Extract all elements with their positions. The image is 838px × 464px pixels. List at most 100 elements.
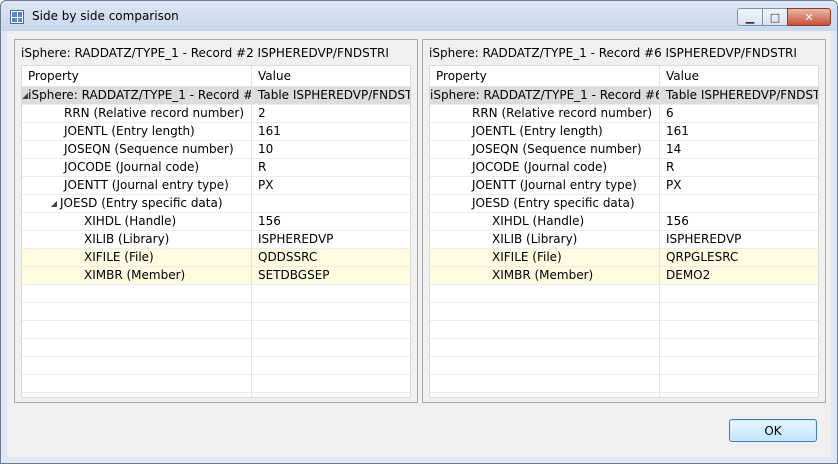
table-row[interactable]: JOCODE (Journal code) R [22, 159, 410, 177]
table-row[interactable]: JOESD (Entry specific data) [430, 195, 818, 213]
empty-cell [22, 357, 252, 374]
row-value: R [666, 160, 675, 174]
table-row[interactable]: RRN (Relative record number) 2 [22, 105, 410, 123]
empty-cell [660, 285, 818, 302]
row-value: ISPHEREDVP [666, 232, 742, 246]
empty-row [430, 393, 818, 397]
empty-cell [430, 393, 660, 397]
right-property-table[interactable]: Property Value iSphere: RADDATZ/TYPE_1 -… [429, 65, 819, 398]
empty-cell [252, 285, 410, 302]
collapse-arrow-icon[interactable]: ◢ [48, 195, 60, 212]
value-column-header[interactable]: Value [252, 66, 410, 87]
table-row[interactable]: JOENTT (Journal entry type) PX [430, 177, 818, 195]
left-property-table[interactable]: Property Value ◢ iSphere: RADDATZ/TYPE_1 … [21, 65, 411, 398]
table-row-difference[interactable]: XIFILE (File) QRPGLESRC [430, 249, 818, 267]
row-property: JOESD (Entry specific data) [60, 196, 223, 210]
row-value: PX [666, 178, 682, 192]
row-property-cell: JOENTL (Entry length) [430, 123, 660, 140]
row-value: 6 [666, 106, 674, 120]
empty-cell [430, 357, 660, 374]
empty-cell [22, 375, 252, 392]
empty-cell [252, 303, 410, 320]
table-header: Property Value [22, 66, 410, 87]
empty-cell [660, 375, 818, 392]
empty-row [22, 393, 410, 397]
table-row[interactable]: XIHDL (Handle) 156 [430, 213, 818, 231]
row-value: 156 [258, 214, 281, 228]
row-value: R [258, 160, 267, 174]
empty-row [22, 339, 410, 357]
row-property-cell: ◢ iSphere: RADDATZ/TYPE_1 - Record #2 [22, 87, 252, 104]
row-property: JOENTL (Entry length) [64, 124, 195, 138]
table-row[interactable]: JOCODE (Journal code) R [430, 159, 818, 177]
row-property-cell: JOSEQN (Sequence number) [22, 141, 252, 158]
row-property: JOESD (Entry specific data) [472, 196, 635, 210]
table-row[interactable]: XILIB (Library) ISPHEREDVP [430, 231, 818, 249]
empty-cell [252, 375, 410, 392]
empty-cell [252, 339, 410, 356]
row-property: XIHDL (Handle) [492, 214, 585, 228]
row-value: ISPHEREDVP [258, 232, 334, 246]
row-property: XIFILE (File) [492, 250, 562, 264]
row-value: Table ISPHEREDVP/FNDSTRI [666, 88, 818, 102]
row-value: 161 [258, 124, 281, 138]
minimize-button[interactable]: ▁ [737, 8, 763, 26]
right-panel-title: iSphere: RADDATZ/TYPE_1 - Record #6 ISPH… [429, 46, 797, 60]
row-property: XILIB (Library) [492, 232, 578, 246]
row-property-cell: JOENTT (Journal entry type) [430, 177, 660, 194]
table-row[interactable]: JOENTL (Entry length) 161 [430, 123, 818, 141]
empty-cell [430, 339, 660, 356]
row-property: XILIB (Library) [84, 232, 170, 246]
close-button[interactable]: ✕ [787, 8, 831, 26]
table-row[interactable]: ◢ iSphere: RADDATZ/TYPE_1 - Record #2 Tab… [22, 87, 410, 105]
row-property-cell: JOENTT (Journal entry type) [22, 177, 252, 194]
row-property: XIFILE (File) [84, 250, 154, 264]
row-value: SETDBGSEP [258, 268, 330, 282]
row-property-cell: XILIB (Library) [22, 231, 252, 248]
row-property-cell: JOESD (Entry specific data) [430, 195, 660, 212]
empty-cell [252, 321, 410, 338]
row-property: JOSEQN (Sequence number) [472, 142, 642, 156]
row-value: DEMO2 [666, 268, 711, 282]
table-row-difference[interactable]: XIFILE (File) QDDSSRC [22, 249, 410, 267]
table-row-difference[interactable]: XIMBR (Member) DEMO2 [430, 267, 818, 285]
table-row[interactable]: JOENTT (Journal entry type) PX [22, 177, 410, 195]
ok-button[interactable]: OK [729, 419, 817, 442]
table-row[interactable]: JOSEQN (Sequence number) 14 [430, 141, 818, 159]
row-property-cell: RRN (Relative record number) [22, 105, 252, 122]
maximize-button[interactable]: □ [762, 8, 788, 26]
table-row[interactable]: JOENTL (Entry length) 161 [22, 123, 410, 141]
row-property: XIHDL (Handle) [84, 214, 177, 228]
table-header: Property Value [430, 66, 818, 87]
property-column-header[interactable]: Property [22, 66, 252, 87]
empty-cell [660, 303, 818, 320]
table-row[interactable]: RRN (Relative record number) 6 [430, 105, 818, 123]
table-row[interactable]: ◢ JOESD (Entry specific data) [22, 195, 410, 213]
table-row[interactable]: XIHDL (Handle) 156 [22, 213, 410, 231]
title-bar[interactable]: Side by side comparison ▁ □ ✕ [1, 1, 837, 31]
row-value [252, 195, 410, 212]
row-property-cell: iSphere: RADDATZ/TYPE_1 - Record #6 [430, 87, 660, 104]
table-row[interactable]: JOSEQN (Sequence number) 10 [22, 141, 410, 159]
row-value: 10 [258, 142, 274, 156]
row-property-cell: RRN (Relative record number) [430, 105, 660, 122]
row-value: PX [258, 178, 274, 192]
comparison-dialog: Side by side comparison ▁ □ ✕ iSphere: R… [0, 0, 838, 464]
empty-cell [252, 393, 410, 397]
empty-cell [660, 393, 818, 397]
table-row[interactable]: XILIB (Library) ISPHEREDVP [22, 231, 410, 249]
row-value: Table ISPHEREDVP/FNDSTRI [258, 88, 410, 102]
row-value: 2 [258, 106, 266, 120]
left-panel-title: iSphere: RADDATZ/TYPE_1 - Record #2 ISPH… [21, 46, 389, 60]
empty-cell [430, 303, 660, 320]
table-row[interactable]: iSphere: RADDATZ/TYPE_1 - Record #6 Tabl… [430, 87, 818, 105]
property-column-header[interactable]: Property [430, 66, 660, 87]
value-column-header[interactable]: Value [660, 66, 818, 87]
maximize-icon: □ [769, 10, 781, 24]
table-row-difference[interactable]: XIMBR (Member) SETDBGSEP [22, 267, 410, 285]
empty-row [22, 357, 410, 375]
empty-cell [22, 285, 252, 302]
row-value: 156 [666, 214, 689, 228]
close-icon: ✕ [804, 10, 814, 24]
empty-row [22, 321, 410, 339]
